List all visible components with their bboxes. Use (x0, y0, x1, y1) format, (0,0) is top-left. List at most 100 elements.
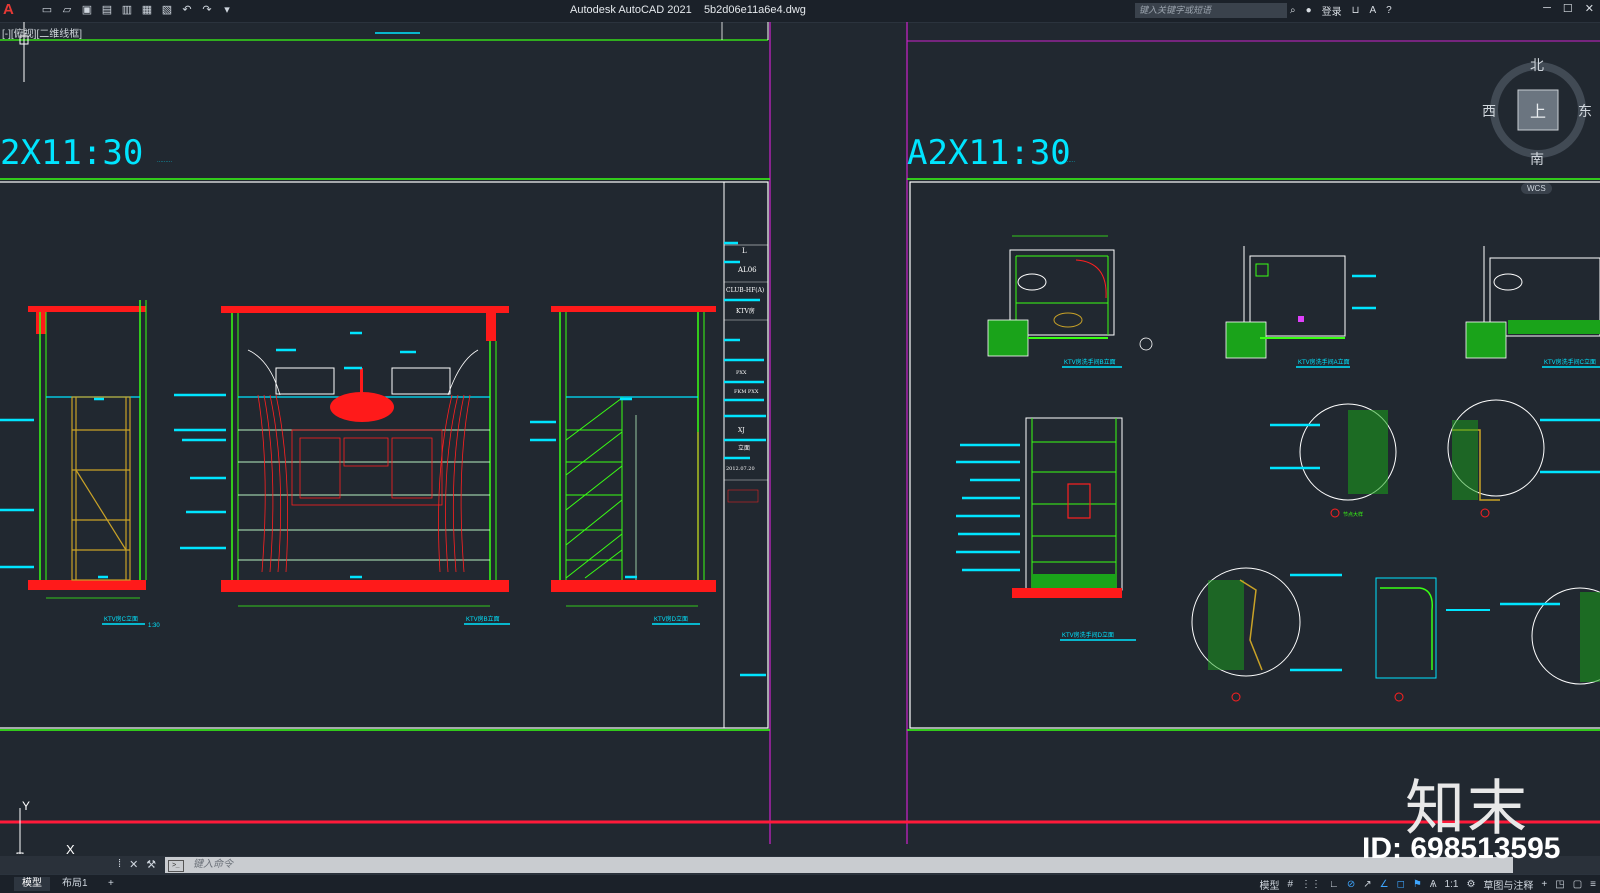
annotation-visibility-icon[interactable]: ⚑ (1413, 879, 1422, 890)
sheet-frame-left (0, 181, 769, 729)
redo-icon[interactable]: ↷ (200, 3, 214, 17)
ucs-icon (16, 808, 24, 854)
new-file-icon[interactable]: ▭ (40, 3, 54, 17)
close-icon[interactable]: ✕ (1585, 2, 1594, 15)
viewcube[interactable]: 上 北 南 东 西 (1482, 57, 1592, 167)
sheet-frame-right (909, 181, 1600, 729)
viewcube-north[interactable]: 北 (1530, 57, 1544, 73)
title-block-type: 立面 (738, 444, 750, 452)
add-layout-button[interactable]: + (100, 877, 122, 891)
annotation-scale-value[interactable]: 1:1 (1445, 879, 1459, 890)
command-input[interactable]: >_ 键入命令 (165, 857, 1513, 873)
autodesk-app-icon[interactable]: A (1369, 5, 1376, 16)
wcs-menu[interactable]: WCS (1521, 183, 1552, 194)
help-icon[interactable]: ? (1386, 5, 1392, 16)
isodraft-icon[interactable]: ↗ (1363, 879, 1371, 890)
autocad-logo-icon[interactable]: A (3, 2, 19, 18)
viewcube-west[interactable]: 西 (1482, 103, 1496, 119)
snap-icon[interactable]: ⋮⋮ (1301, 879, 1321, 890)
plot-preview-icon[interactable]: ▦ (140, 3, 154, 17)
tab-model[interactable]: 模型 (14, 877, 50, 891)
caption-elevation-b: KTV房B立面 (466, 615, 500, 623)
heading-note: ········· (157, 159, 172, 165)
cart-icon[interactable]: ⊔ (1352, 5, 1360, 16)
file-name: 5b2d06e11a6e4.dwg (703, 4, 806, 16)
search-icon[interactable]: ⌕ (1290, 5, 1296, 16)
detail-circles: 节点大样 (1191, 399, 1600, 702)
viewcube-south[interactable]: 南 (1530, 151, 1544, 167)
status-tools: 模型 # ⋮⋮ ∟ ⊘ ↗ ∠ ◻ ⚑ Ѧ 1:1 ⚙ 草图与注释 + ◳ ▢ … (1259, 877, 1596, 892)
viewport-controls[interactable]: [-][俯视][二维线框] (2, 25, 82, 40)
polar-icon[interactable]: ⊘ (1347, 879, 1355, 890)
caption-bath-b: KTV房洗手间B立面 (1064, 358, 1116, 366)
drag-handle-icon[interactable]: ⁞ (118, 858, 121, 871)
title-block-project: CLUB-HF(A) (726, 287, 764, 294)
caption-bath-d: KTV房洗手间D立面 (1062, 631, 1114, 639)
elevation-d: KTV房D立面 (530, 306, 716, 625)
title-block-code: AL06 (737, 266, 757, 274)
elevation-b: KTV房B立面 (174, 306, 510, 625)
ucs-y-label: Y (22, 799, 30, 813)
caption-elevation-c: KTV房C立面 (104, 615, 138, 623)
annotation-scale-icon[interactable]: Ѧ (1430, 879, 1437, 890)
title-bar: A ▭ ▱ ▣ ▤ ▥ ▦ ▧ ↶ ↷ ▾ Autodesk AutoCAD 2… (0, 0, 1600, 23)
scale-heading-left: 2X11:30 (0, 133, 143, 173)
minimize-icon[interactable]: ─ (1543, 2, 1551, 15)
object-snap-tracking-icon[interactable]: ∠ (1380, 879, 1389, 890)
save-icon[interactable]: ▣ (80, 3, 94, 17)
detail-label: 节点大样 (1343, 511, 1363, 518)
wrench-icon[interactable]: ⚒ (146, 858, 156, 871)
isolate-icon[interactable]: ◳ (1555, 879, 1564, 890)
drawing-canvas[interactable]: 2X11:30 A2X11:30 ········· ········· L A… (0, 22, 1600, 854)
viewcube-east[interactable]: 东 (1578, 103, 1592, 119)
title-bar-tools: ⌕ ● 登录 ⊔ A ? (1290, 3, 1392, 18)
title-block-date: 2012.07.20 (726, 466, 755, 472)
grid-icon[interactable]: # (1287, 879, 1293, 890)
object-snap-icon[interactable]: ◻ (1397, 879, 1405, 890)
heading-note: ········· (1060, 159, 1075, 165)
title-block-drawer: XJ (738, 427, 745, 434)
caption-scale: 1:30 (148, 623, 160, 629)
customize-icon[interactable]: ≡ (1590, 879, 1596, 890)
caption-bath-a: KTV房洗手间A立面 (1298, 358, 1350, 366)
maximize-icon[interactable]: ☐ (1563, 2, 1573, 15)
window-title: Autodesk AutoCAD 2021 5b2d06e11a6e4.dwg (570, 4, 806, 16)
quick-access-toolbar: ▭ ▱ ▣ ▤ ▥ ▦ ▧ ↶ ↷ ▾ (40, 3, 234, 17)
user-icon[interactable]: ● (1306, 5, 1312, 16)
open-file-icon[interactable]: ▱ (60, 3, 74, 17)
model-space-toggle[interactable]: 模型 (1259, 877, 1279, 892)
tab-layout1[interactable]: 布局1 (54, 877, 96, 891)
bathroom-elevation-a: KTV房洗手间A立面 (1225, 246, 1376, 368)
caption-bath-c: KTV房洗手间C立面 (1544, 358, 1596, 366)
close-icon[interactable]: ✕ (129, 858, 138, 871)
title-block-checker: FKM PXX (734, 389, 759, 395)
command-line: ⁞ ✕ ⚒ >_ 键入命令 (0, 856, 1600, 874)
search-input[interactable]: 键入关键字或短语 (1135, 3, 1287, 18)
window-controls: ─ ☐ ✕ (1543, 2, 1594, 15)
undo-icon[interactable]: ↶ (180, 3, 194, 17)
print-icon[interactable]: ▧ (160, 3, 174, 17)
title-block: L AL06 CLUB-HF(A) KTV房 PXX FKM PXX XJ 立面… (724, 241, 768, 677)
command-placeholder: 键入命令 (193, 859, 233, 870)
publish-icon[interactable]: ▥ (120, 3, 134, 17)
login-button[interactable]: 登录 (1322, 3, 1342, 18)
fullscreen-icon[interactable]: ▢ (1573, 879, 1582, 890)
command-line-icons: ⁞ ✕ ⚒ (118, 858, 156, 871)
ortho-icon[interactable]: ∟ (1329, 879, 1339, 890)
customize-toolbar-icon[interactable]: ▾ (220, 3, 234, 17)
gear-icon[interactable]: ⚙ (1466, 879, 1475, 890)
title-block-room: KTV房 (736, 307, 755, 315)
title-block-designer: PXX (736, 370, 747, 376)
status-bar: 模型 布局1 + 模型 # ⋮⋮ ∟ ⊘ ↗ ∠ ◻ ⚑ Ѧ 1:1 ⚙ 草图与… (0, 874, 1600, 893)
plus-icon[interactable]: + (1541, 879, 1547, 890)
save-as-icon[interactable]: ▤ (100, 3, 114, 17)
caption-elevation-d: KTV房D立面 (654, 615, 688, 623)
bathroom-elevation-b: KTV房洗手间B立面 (987, 235, 1153, 368)
app-title: Autodesk AutoCAD 2021 (570, 4, 692, 16)
bathroom-elevation-d: KTV房洗手间D立面 (956, 417, 1136, 641)
elevation-c: KTV房C立面 1:30 (0, 300, 160, 629)
command-history-icon[interactable]: >_ (168, 860, 184, 872)
workspace-switch[interactable]: 草图与注释 (1483, 877, 1533, 892)
ucs-x-label: X (66, 842, 75, 854)
viewcube-face-top[interactable]: 上 (1530, 103, 1546, 121)
